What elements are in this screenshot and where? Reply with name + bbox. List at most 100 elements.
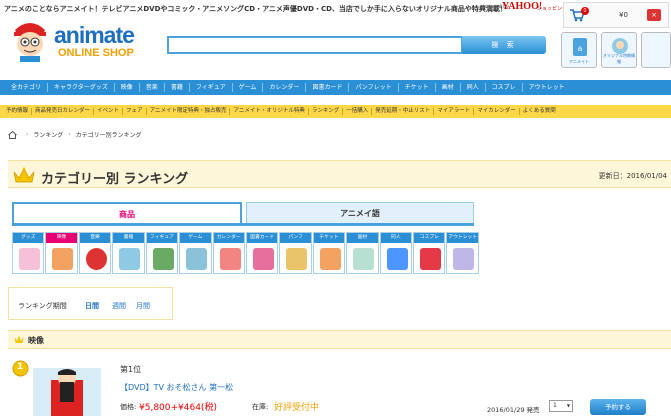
animate-logo[interactable]: animate ONLINE SHOP (10, 14, 160, 70)
category-book-card-icon (252, 248, 274, 270)
category-label: 図書カード (246, 233, 278, 243)
cart-amount: ¥0 (619, 11, 628, 19)
category-label: カレンダー (213, 233, 244, 243)
sub-nav-item[interactable]: マイアラート (434, 108, 475, 115)
category-books[interactable]: 書籍 (112, 232, 145, 274)
category-ticket[interactable]: チケット (312, 232, 346, 274)
chevron-right-icon: › (68, 131, 71, 138)
category-ticket-icon (319, 248, 341, 270)
tab-products[interactable]: 商品 (12, 202, 242, 224)
category-cosplay[interactable]: コスプレ (413, 232, 446, 274)
category-label: 同人 (380, 233, 412, 243)
category-label: チケット (313, 233, 345, 243)
home-icon[interactable] (8, 130, 17, 139)
nav-item[interactable]: 全カテゴリ (5, 83, 49, 92)
category-music[interactable]: 音楽 (78, 232, 112, 274)
tabs: 商品 アニメイ語 (12, 202, 474, 224)
nav-item[interactable]: アウトレット (523, 83, 571, 92)
category-label: 音楽 (79, 233, 111, 243)
stock-label: 在庫: (252, 403, 269, 411)
category-art-supplies[interactable]: 画材 (346, 232, 379, 274)
category-outlet[interactable]: アウトレット (446, 232, 479, 274)
nav-item[interactable]: 書籍 (165, 83, 190, 92)
logo-sub-text: ONLINE SHOP (58, 47, 134, 59)
breadcrumb-ranking[interactable]: ランキング (33, 130, 63, 139)
category-label: アウトレット (447, 233, 478, 243)
updated-date: 更新日：2016/01/04 (598, 172, 667, 180)
animate-app-label: アニメイト (569, 59, 589, 64)
nav-item[interactable]: カレンダー (263, 83, 307, 92)
period-weekly[interactable]: 週間 (112, 301, 126, 311)
category-art-supplies-icon (353, 248, 375, 270)
crown-icon (14, 335, 24, 343)
search-input[interactable] (167, 36, 463, 54)
nav-item[interactable]: パンフレット (349, 83, 399, 92)
category-label: グッズ (13, 233, 44, 243)
sub-nav-item[interactable]: 予約情報 (3, 108, 33, 115)
nav-item[interactable]: 音楽 (140, 83, 165, 92)
animate-app-icon[interactable]: a アニメイト (561, 32, 597, 68)
chevron-right-icon: › (26, 131, 29, 138)
category-calendar[interactable]: カレンダー (212, 232, 245, 274)
nav-item[interactable]: 同人 (461, 83, 486, 92)
category-doujin[interactable]: 同人 (379, 232, 413, 274)
sub-nav-item[interactable]: 商品発売日カレンダー (32, 108, 95, 115)
sub-nav-item[interactable]: よくある質問 (520, 108, 559, 115)
search-button[interactable]: 検 索 (462, 36, 546, 54)
product-image[interactable] (33, 368, 101, 416)
nav-item[interactable]: キャラクターグッズ (48, 83, 115, 92)
period-daily[interactable]: 日間 (85, 301, 99, 311)
category-books-icon (119, 248, 141, 270)
sub-nav-item[interactable]: 発売延期・中止リスト (372, 108, 435, 115)
category-doujin-icon (386, 248, 408, 270)
breadcrumb-category-ranking: カテゴリー別ランキング (75, 132, 142, 139)
category-book-card[interactable]: 図書カード (245, 232, 279, 274)
sub-nav-item[interactable]: フェア (123, 108, 147, 115)
nav-item[interactable]: 映像 (115, 83, 140, 92)
sub-nav-item[interactable]: アニメイト限定特典・独占販売 (147, 108, 231, 115)
category-game[interactable]: ゲーム (179, 232, 212, 274)
category-pamphlet-icon (286, 248, 308, 270)
sub-nav-item[interactable]: アニメイト・オリジナル特典 (230, 108, 309, 115)
nav-item[interactable]: ゲーム (233, 83, 264, 92)
nav-item[interactable]: コスプレ (486, 83, 523, 92)
logo-main-text: animate (54, 22, 135, 48)
cart-close-icon[interactable]: × (647, 9, 661, 21)
ranking-period-box: ランキング期間 日間 週間 月間 (8, 287, 173, 320)
quantity-select[interactable]: 1 (549, 400, 573, 412)
preorder-button[interactable]: 予約する (590, 399, 646, 415)
rank-number: 1 (17, 362, 24, 372)
period-monthly[interactable]: 月間 (136, 301, 150, 311)
side-extra-icon[interactable] (641, 32, 671, 68)
original-bonus-icon[interactable]: オリジナル特典情報 (601, 32, 637, 68)
nav-item[interactable]: 図書カード (306, 83, 350, 92)
rank-label: 第1位 (120, 365, 142, 374)
category-figure[interactable]: フィギュア (145, 232, 179, 274)
breadcrumb: › ランキング › カテゴリー別ランキング (8, 130, 141, 139)
nav-item[interactable]: 画材 (436, 83, 461, 92)
category-pamphlet[interactable]: パンフ (279, 232, 312, 274)
title-bar: カテゴリー別 ランキング 更新日：2016/01/04 (8, 160, 671, 188)
cart-box[interactable]: 0 ¥0 × (563, 2, 669, 28)
sub-nav-item[interactable]: 一括購入 (343, 108, 373, 115)
category-label: 書籍 (113, 233, 144, 243)
sub-nav-item[interactable]: ランキング (309, 108, 344, 115)
product-name-link[interactable]: 【DVD】TV おそ松さん 第一松 (120, 382, 233, 393)
category-outlet-icon (453, 248, 475, 270)
nav-item[interactable]: チケット (399, 83, 436, 92)
main-nav: 全カテゴリ キャラクターグッズ 映像 音楽 書籍 フィギュア ゲーム カレンダー… (0, 80, 671, 95)
sub-nav-item[interactable]: マイカレンダー (474, 108, 520, 115)
category-label: コスプレ (414, 233, 445, 243)
category-label: 画材 (347, 233, 378, 243)
tab-animeigo[interactable]: アニメイ語 (246, 202, 474, 224)
category-goods-icon (19, 248, 40, 270)
category-strip: グッズ 映像 音楽 書籍 フィギュア ゲーム カレンダー 図書カード パンフ チ… (12, 232, 480, 274)
category-game-icon (186, 248, 208, 270)
category-video[interactable]: 映像 (45, 232, 78, 274)
tabs-underline (12, 223, 474, 226)
crown-icon (13, 167, 35, 183)
nav-item[interactable]: フィギュア (190, 83, 233, 92)
tagline: アニメのことならアニメイト！テレビアニメDVDやコミック・アニメソングCD・アニ… (4, 5, 507, 13)
sub-nav-item[interactable]: イベント (94, 108, 124, 115)
category-goods[interactable]: グッズ (12, 232, 45, 274)
